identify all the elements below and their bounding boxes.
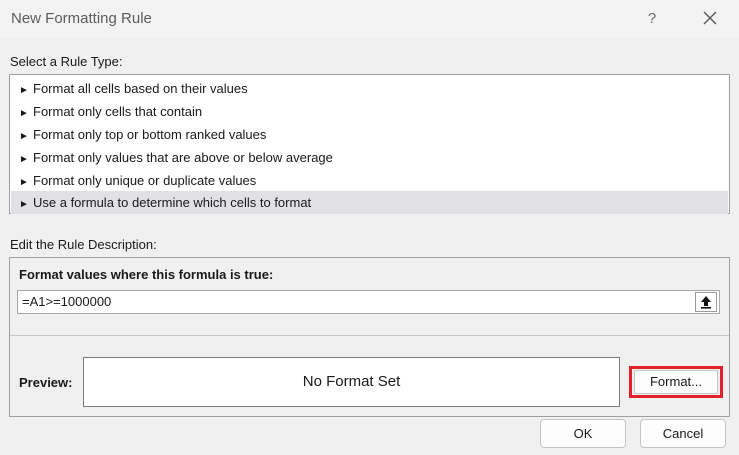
rule-type-list[interactable]: ► Format all cells based on their values … — [9, 74, 730, 214]
rule-type-item-label: Format only unique or duplicate values — [33, 173, 257, 188]
ok-button[interactable]: OK — [540, 419, 626, 448]
rule-type-label: Select a Rule Type: — [10, 54, 123, 69]
rule-type-item[interactable]: ► Format only cells that contain — [11, 100, 728, 123]
format-button[interactable]: Format... — [634, 370, 718, 394]
collapse-dialog-icon — [701, 296, 711, 309]
divider — [10, 335, 729, 336]
rule-type-item[interactable]: ► Format only top or bottom ranked values — [11, 123, 728, 146]
rule-type-item-label: Format only values that are above or bel… — [33, 150, 333, 165]
window-title: New Formatting Rule — [11, 10, 152, 27]
rule-type-item-label: Format all cells based on their values — [33, 81, 248, 96]
bullet-arrow-icon: ► — [19, 131, 29, 142]
collapse-dialog-button[interactable] — [695, 292, 717, 312]
rule-type-item[interactable]: ► Format all cells based on their values — [11, 77, 728, 100]
preview-box: No Format Set — [83, 357, 620, 407]
formula-heading: Format values where this formula is true… — [19, 267, 274, 282]
preview-label: Preview: — [19, 375, 73, 390]
cancel-button[interactable]: Cancel — [640, 419, 726, 448]
rule-type-item-label: Use a formula to determine which cells t… — [33, 195, 312, 210]
rule-type-item-label: Format only cells that contain — [33, 104, 203, 119]
formula-input[interactable]: =A1>=1000000 — [17, 290, 720, 314]
close-button[interactable] — [697, 7, 723, 31]
bullet-arrow-icon: ► — [19, 154, 29, 165]
rule-type-item[interactable]: ► Format only unique or duplicate values — [11, 169, 728, 192]
help-button[interactable]: ? — [641, 8, 663, 30]
bullet-arrow-icon: ► — [19, 85, 29, 96]
bullet-arrow-icon: ► — [19, 199, 29, 210]
close-icon — [703, 11, 717, 25]
bullet-arrow-icon: ► — [19, 108, 29, 119]
rule-type-item-label: Format only top or bottom ranked values — [33, 127, 267, 142]
rule-type-item[interactable]: ► Format only values that are above or be… — [11, 146, 728, 169]
rule-description-label: Edit the Rule Description: — [10, 237, 157, 252]
rule-type-item-selected[interactable]: ► Use a formula to determine which cells … — [11, 191, 728, 214]
title-bar: New Formatting Rule ? — [0, 0, 739, 38]
